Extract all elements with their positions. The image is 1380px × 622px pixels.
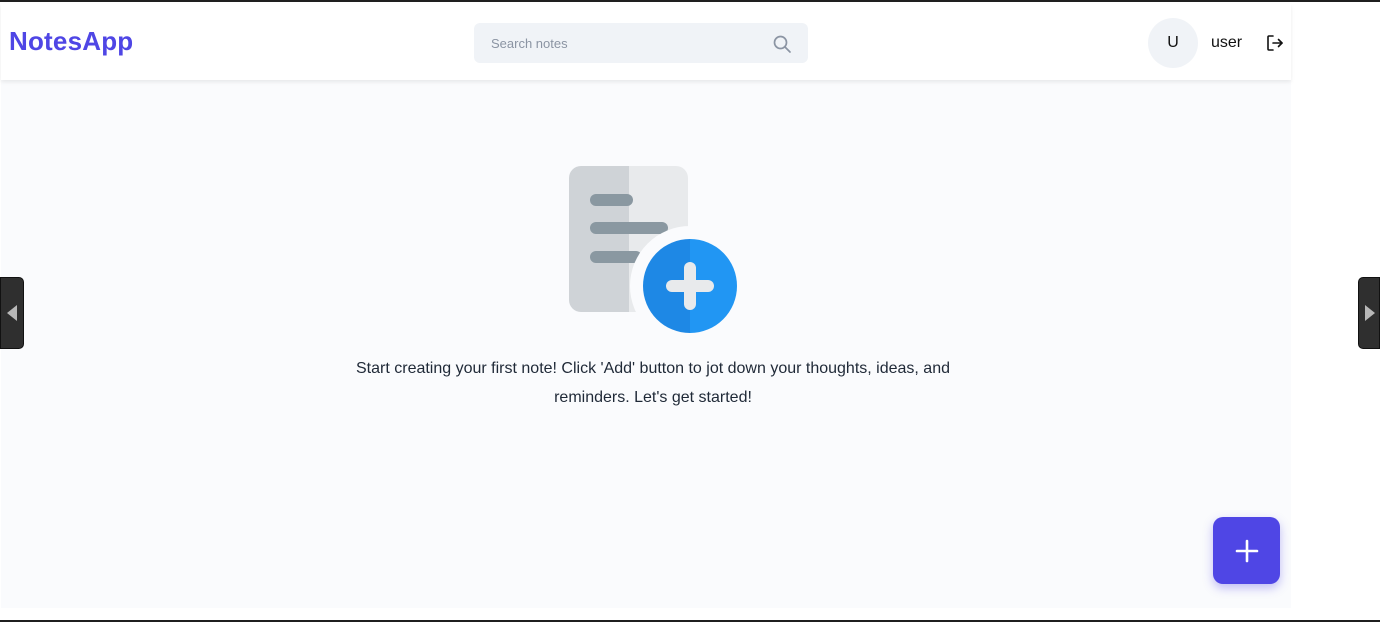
avatar[interactable]: U [1148,18,1198,68]
navbar: NotesApp U user [1,4,1291,80]
search-icon[interactable] [772,34,792,54]
brand-logo[interactable]: NotesApp [9,26,133,57]
avatar-initial: U [1167,34,1179,51]
empty-state-message: Start creating your first note! Click 'A… [356,360,950,406]
app-container: NotesApp U user [1,4,1291,608]
arrow-left-icon [7,305,17,321]
add-note-button[interactable] [1213,517,1280,584]
add-note-illustration [569,166,739,334]
search-bar [474,23,808,63]
search-input[interactable] [474,23,764,63]
username-label: user [1211,34,1243,51]
browser-frame: NotesApp U user [0,0,1380,622]
arrow-right-icon [1365,305,1375,321]
logout-icon[interactable] [1265,33,1285,53]
right-panel-toggle[interactable] [1358,277,1380,349]
left-panel-toggle[interactable] [0,277,24,349]
plus-icon [1235,539,1258,562]
